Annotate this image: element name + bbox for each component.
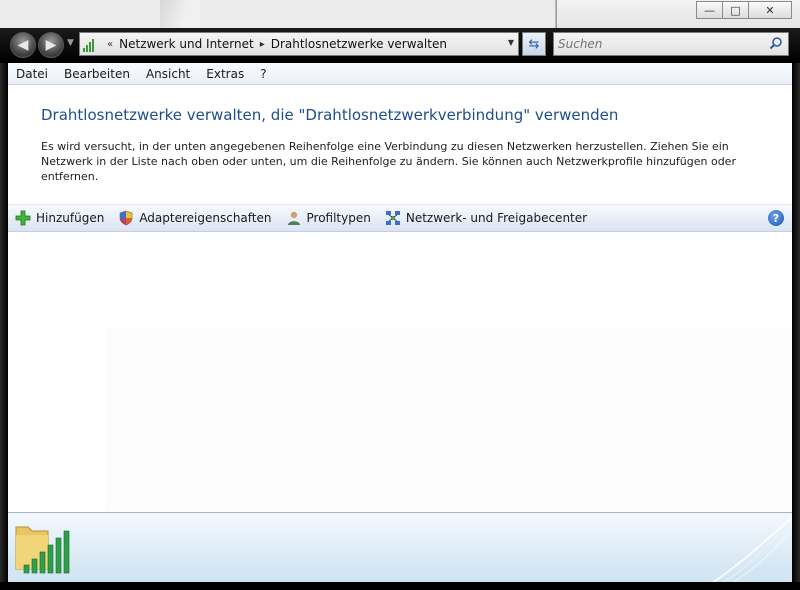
page-description: Es wird versucht, in der unten angegeben… — [41, 140, 736, 183]
recent-pages-dropdown[interactable]: ▼ — [67, 38, 74, 48]
menu-help[interactable]: ? — [252, 67, 274, 81]
add-button[interactable]: Hinzufügen — [8, 210, 111, 226]
search-input[interactable] — [554, 37, 754, 51]
maximize-button[interactable]: □ — [722, 1, 749, 19]
profile-types-button[interactable]: Profiltypen — [279, 210, 378, 226]
wireless-networks-folder-icon — [15, 526, 70, 574]
user-icon — [286, 210, 302, 226]
window-frame-left — [0, 63, 8, 590]
page-title: Drahtlosnetzwerke verwalten, die "Drahtl… — [41, 106, 619, 124]
menu-tools[interactable]: Extras — [198, 67, 252, 81]
command-bar: Hinzufügen Adaptereigenschaften Profilty… — [8, 204, 792, 232]
forward-button[interactable]: ▶ — [38, 32, 64, 58]
refresh-icon: ⇆ — [528, 36, 540, 52]
breadcrumb-manage-wireless[interactable]: Drahtlosnetzwerke verwalten — [271, 37, 447, 51]
window-frame-right — [792, 63, 800, 590]
adapter-properties-button[interactable]: Adaptereigenschaften — [111, 210, 278, 226]
breadcrumb-separator[interactable]: ▸ — [260, 39, 265, 50]
profile-types-label: Profiltypen — [306, 211, 371, 225]
search-box[interactable] — [553, 32, 789, 56]
wireless-network-list[interactable] — [8, 233, 792, 511]
close-button[interactable]: ✕ — [748, 1, 792, 19]
help-icon[interactable]: ? — [768, 210, 784, 226]
shield-icon — [118, 210, 134, 226]
menu-file[interactable]: Datei — [8, 67, 56, 81]
add-label: Hinzufügen — [36, 211, 105, 225]
decorative-glow — [711, 517, 792, 582]
back-button[interactable]: ◀ — [10, 32, 36, 58]
network-sharing-center-button[interactable]: Netzwerk- und Freigabecenter — [378, 210, 594, 226]
breadcrumb-network-internet[interactable]: Netzwerk und Internet — [119, 37, 254, 51]
network-sharing-center-label: Netzwerk- und Freigabecenter — [405, 211, 588, 225]
minimize-button[interactable]: — — [696, 1, 723, 19]
menu-bar: Datei Bearbeiten Ansicht Extras ? — [8, 63, 792, 85]
adapter-properties-label: Adaptereigenschaften — [139, 211, 272, 225]
title-bar: — □ ✕ — [556, 0, 800, 30]
refresh-button[interactable]: ⇆ — [522, 32, 546, 56]
search-icon[interactable] — [769, 36, 783, 50]
navigation-bar: ◀ ▶ ▼ « Netzwerk und Internet ▸ Drahtlos… — [0, 28, 800, 63]
main-content: Drahtlosnetzwerke verwalten, die "Drahtl… — [8, 86, 792, 511]
menu-view[interactable]: Ansicht — [138, 67, 198, 81]
breadcrumb-overflow[interactable]: « — [107, 39, 113, 50]
background-window — [0, 0, 556, 30]
back-arrow-icon: ◀ — [17, 37, 29, 53]
address-dropdown-icon[interactable]: ▼ — [508, 38, 514, 47]
menu-edit[interactable]: Bearbeiten — [56, 67, 138, 81]
plus-icon — [15, 210, 31, 226]
window-frame-bottom — [0, 582, 800, 590]
details-pane — [8, 512, 792, 582]
address-bar[interactable]: « Netzwerk und Internet ▸ Drahtlosnetzwe… — [79, 32, 519, 56]
forward-arrow-icon: ▶ — [45, 37, 57, 53]
wireless-signal-icon — [83, 36, 101, 52]
network-icon — [385, 210, 401, 226]
